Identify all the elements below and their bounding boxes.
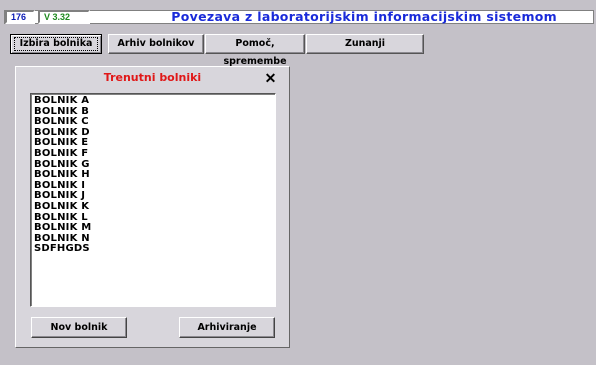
current-patients-panel: Trenutni bolniki ✕ BOLNIK A BOLNIK B BOLNI… [15,66,290,348]
tab-label: Izbira bolnika [13,37,99,51]
tab-help-changes[interactable]: Pomoč, spremembe [205,34,305,67]
panel-title: Trenutni bolniki [103,71,202,84]
app-title: Povezava z laboratorijskim informacijski… [171,9,557,24]
list-item[interactable]: BOLNIK F [34,148,272,160]
tab-external[interactable]: Zunanji [306,34,424,54]
list-item[interactable]: BOLNIK A [34,95,272,107]
close-icon[interactable]: ✕ [264,71,277,85]
status-bar: 176 V 3.32 Povezava z laboratorijskim in… [4,10,594,24]
new-patient-button[interactable]: Nov bolnik [31,317,127,338]
list-item[interactable]: SDFHGDS [34,244,272,255]
tab-patient-selection[interactable]: Izbira bolnika [10,34,102,54]
tab-patient-archive[interactable]: Arhiv bolnikov [108,34,204,54]
patient-listbox[interactable]: BOLNIK A BOLNIK B BOLNIK C BOLNIK D BOLNIK E… [30,93,276,307]
archive-button[interactable]: Arhiviranje [179,317,275,338]
version-badge: V 3.32 [38,10,90,24]
list-item[interactable]: BOLNIK K [34,201,272,213]
record-count-badge: 176 [5,10,35,24]
